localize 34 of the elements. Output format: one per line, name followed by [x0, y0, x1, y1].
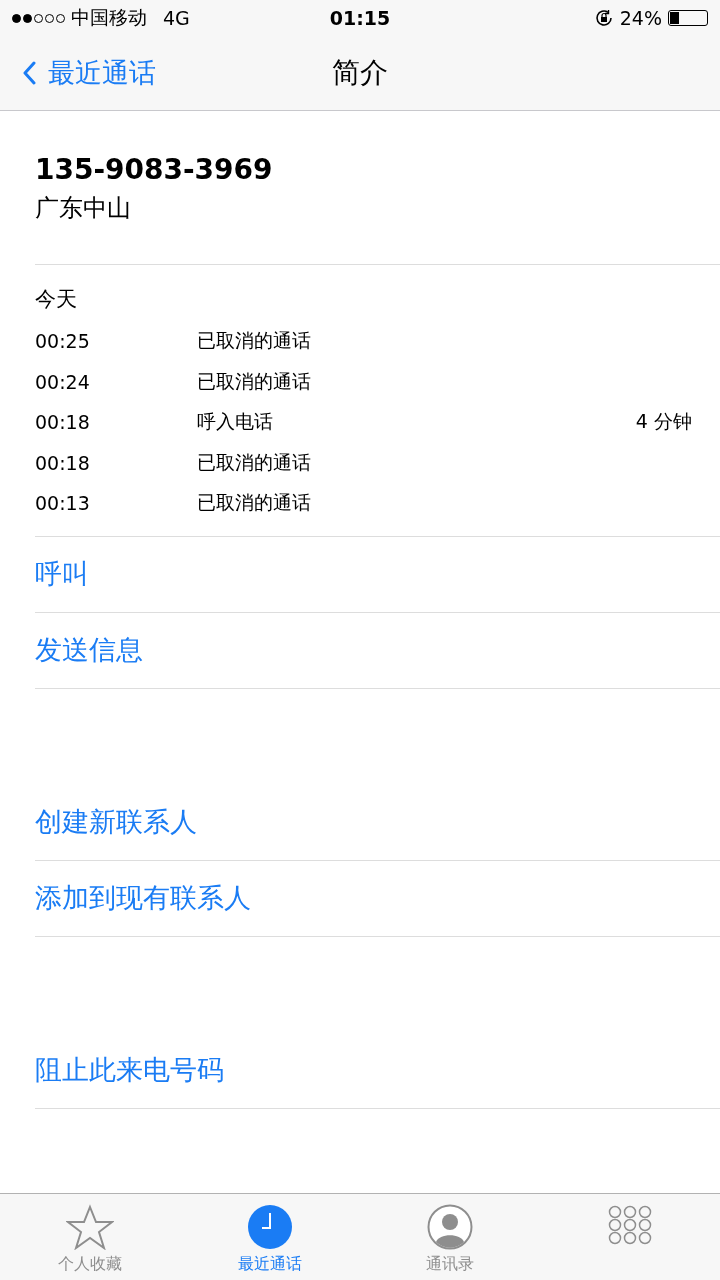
call-time: 00:18 — [35, 451, 91, 474]
location-label: 广东中山 — [35, 193, 132, 224]
call-type: 已取消的通话 — [197, 490, 312, 516]
call-type: 已取消的通话 — [197, 449, 312, 475]
action-link[interactable]: 呼叫 — [35, 536, 720, 613]
action-link[interactable]: 阻止此来电号码 — [35, 1032, 720, 1109]
battery-icon — [668, 10, 708, 26]
clock-time: 01:15 — [329, 7, 391, 29]
call-type: 已取消的通话 — [197, 368, 312, 394]
call-time: 00:25 — [35, 330, 91, 353]
page-title: 简介 — [332, 55, 388, 91]
tab[interactable]: 最近通话 — [180, 1194, 360, 1280]
chevron-left-icon — [22, 61, 36, 85]
action-link[interactable]: 添加到现有联系人 — [35, 860, 720, 937]
action-link[interactable]: 创建新联系人 — [35, 784, 720, 861]
person-icon — [427, 1204, 473, 1250]
rotation-lock-icon — [593, 8, 614, 28]
date-heading: 今天 — [35, 286, 78, 313]
call-type: 呼入电话 — [197, 409, 274, 435]
call-time: 00:18 — [35, 411, 91, 434]
back-button[interactable]: 最近通话 — [0, 55, 156, 91]
battery-percent: 24% — [619, 7, 662, 29]
star-icon — [66, 1204, 114, 1250]
phone-number: 135-9083-3969 — [35, 153, 274, 186]
action-link[interactable]: 发送信息 — [35, 612, 720, 689]
clock-icon — [247, 1204, 293, 1250]
call-time: 00:24 — [35, 370, 91, 393]
call-duration: 4 分钟 — [635, 409, 692, 435]
carrier-name: 中国移动 — [71, 5, 147, 30]
call-time: 00:13 — [35, 492, 91, 515]
call-type: 已取消的通话 — [197, 328, 312, 354]
tab[interactable]: 个人收藏 — [0, 1194, 180, 1280]
tab[interactable]: 通讯录 — [360, 1194, 540, 1280]
network-type: 4G — [163, 7, 190, 29]
